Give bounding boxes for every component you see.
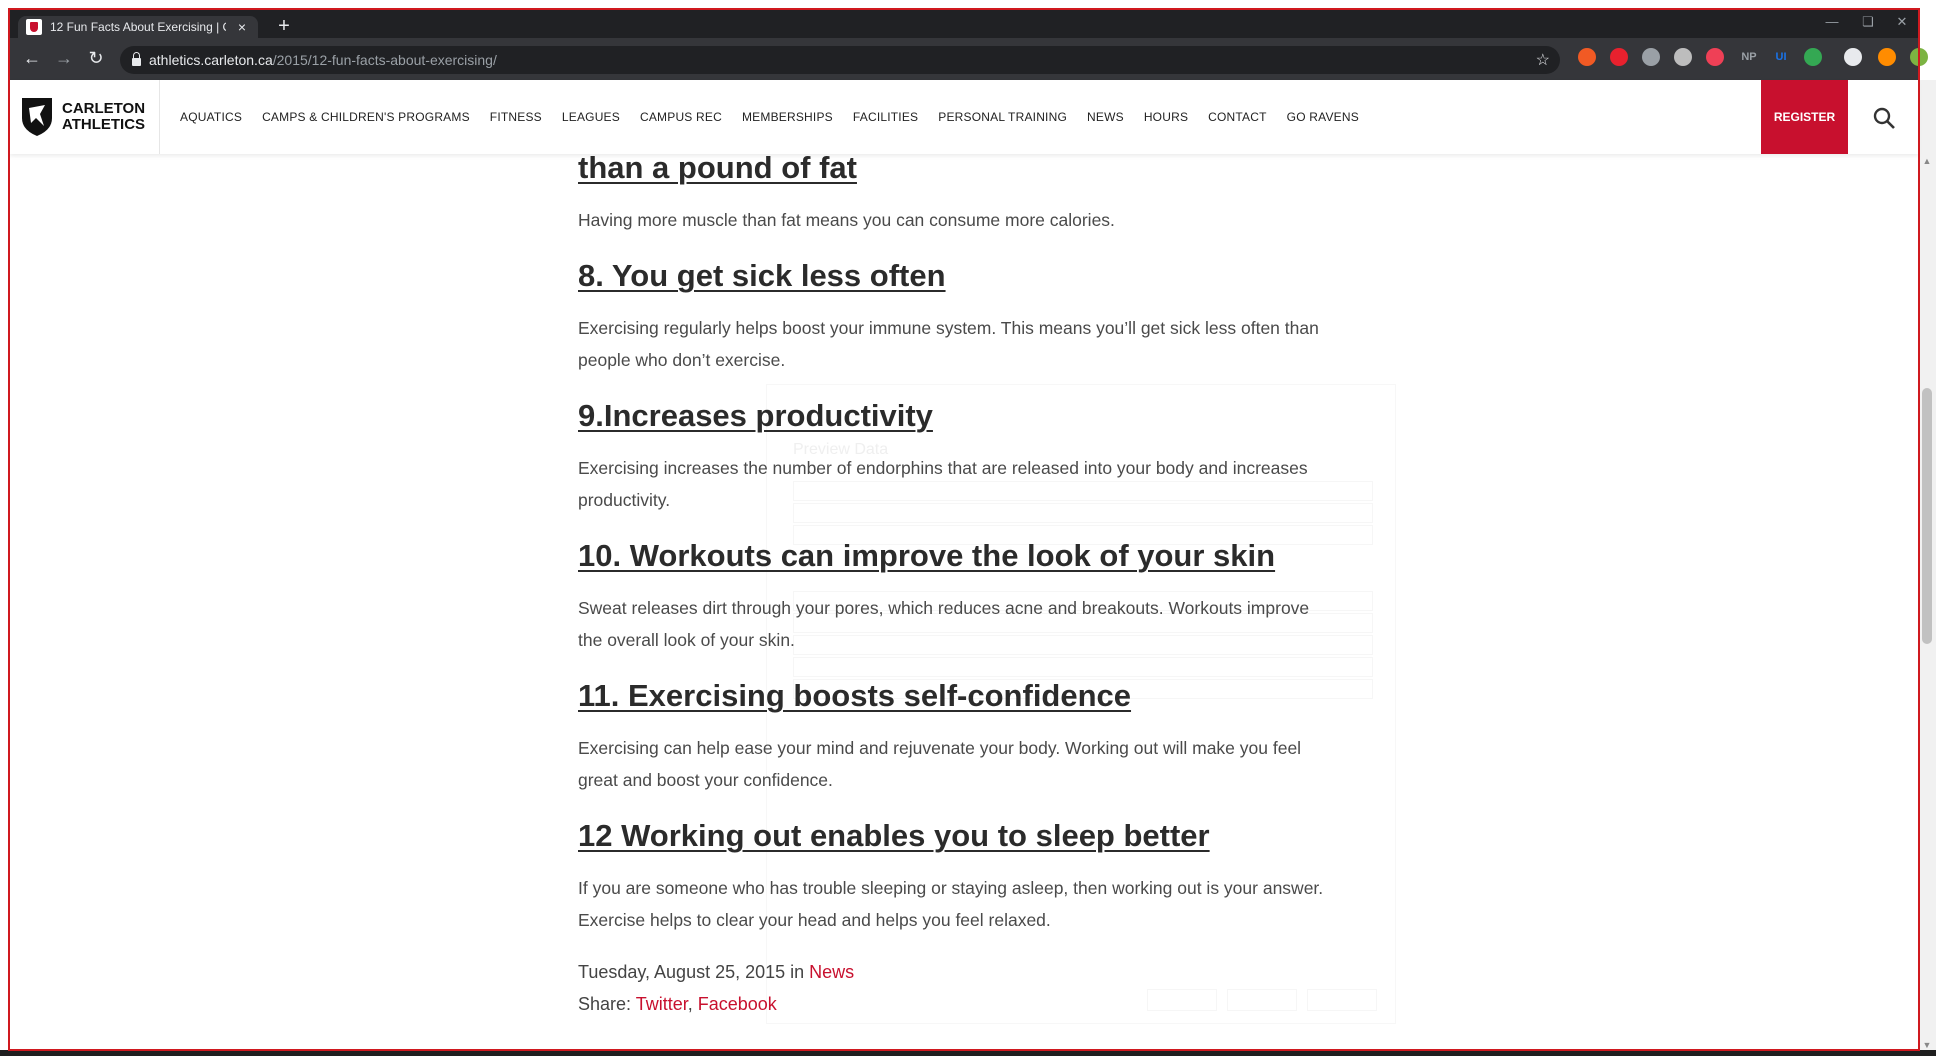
main-navigation: AQUATICS CAMPS & CHILDREN'S PROGRAMS FITNE… bbox=[180, 80, 1359, 154]
scrollbar-thumb[interactable] bbox=[1922, 388, 1932, 644]
post-date: Tuesday, August 25, 2015 in bbox=[578, 962, 810, 982]
section-heading: 12 Working out enables you to sleep bett… bbox=[578, 818, 1210, 853]
browser-tab[interactable]: 12 Fun Facts About Exercising | C × bbox=[18, 16, 258, 38]
section-heading: than a pound of fat bbox=[578, 150, 857, 185]
scroll-up-icon[interactable]: ▲ bbox=[1922, 156, 1932, 166]
share-separator: , bbox=[687, 994, 698, 1014]
tab-close-icon[interactable]: × bbox=[234, 19, 250, 35]
address-bar[interactable]: athletics.carleton.ca/2015/12-fun-facts-… bbox=[120, 46, 1560, 74]
extension-np-icon[interactable]: NP bbox=[1740, 48, 1758, 66]
extension-print-icon[interactable] bbox=[1674, 48, 1692, 66]
section-paragraph: Exercising increases the number of endor… bbox=[578, 458, 1308, 510]
section-heading: 8. You get sick less often bbox=[578, 258, 946, 293]
nav-item-go-ravens[interactable]: GO RAVENS bbox=[1287, 110, 1359, 124]
section-heading: 10. Workouts can improve the look of you… bbox=[578, 538, 1276, 573]
nav-item-news[interactable]: NEWS bbox=[1087, 110, 1124, 124]
minimize-icon[interactable]: — bbox=[1820, 14, 1844, 29]
nav-item-leagues[interactable]: LEAGUES bbox=[562, 110, 620, 124]
extension-pumpkin-icon[interactable] bbox=[1878, 48, 1896, 66]
logo-text: CARLETON ATHLETICS bbox=[62, 100, 146, 133]
back-arrow-icon[interactable]: ← bbox=[16, 48, 48, 69]
section-heading: 9.Increases productivity bbox=[578, 398, 933, 433]
category-link-news[interactable]: News bbox=[809, 962, 854, 982]
section-paragraph: Having more muscle than fat means you ca… bbox=[578, 210, 1115, 230]
lock-icon bbox=[132, 52, 141, 66]
nav-item-aquatics[interactable]: AQUATICS bbox=[180, 110, 242, 124]
search-icon[interactable] bbox=[1872, 106, 1896, 130]
raven-shield-icon bbox=[22, 98, 52, 136]
share-line: Share: Twitter, Facebook bbox=[578, 994, 777, 1015]
section-heading: 11. Exercising boosts self-confidence bbox=[578, 678, 1132, 713]
site-favicon-icon bbox=[26, 19, 42, 35]
restore-icon[interactable]: ❏ bbox=[1856, 14, 1880, 30]
section-paragraph: Exercising can help ease your mind and r… bbox=[578, 738, 1302, 790]
nav-item-facilities[interactable]: FACILITIES bbox=[853, 110, 918, 124]
nav-item-camps-children-s-programs[interactable]: CAMPS & CHILDREN'S PROGRAMS bbox=[262, 110, 470, 124]
site-header: CARLETON ATHLETICS AQUATICS CAMPS & CHILD… bbox=[10, 80, 1918, 154]
nav-item-memberships[interactable]: MEMBERSHIPS bbox=[742, 110, 833, 124]
extension-ui-icon[interactable]: UI bbox=[1772, 48, 1790, 66]
extension-sync-icon[interactable] bbox=[1804, 48, 1822, 66]
extension-orange-icon[interactable] bbox=[1578, 48, 1596, 66]
nav-item-hours[interactable]: HOURS bbox=[1144, 110, 1188, 124]
extension-pocket-icon[interactable] bbox=[1706, 48, 1724, 66]
os-taskbar bbox=[0, 1050, 1936, 1056]
section-paragraph: Exercising regularly helps boost your im… bbox=[578, 318, 1319, 370]
tab-strip: 12 Fun Facts About Exercising | C × + — … bbox=[10, 10, 1918, 38]
nav-item-fitness[interactable]: FITNESS bbox=[490, 110, 542, 124]
nav-item-campus-rec[interactable]: CAMPUS REC bbox=[640, 110, 722, 124]
profile-avatar-icon[interactable] bbox=[1910, 48, 1928, 66]
nav-item-contact[interactable]: CONTACT bbox=[1208, 110, 1267, 124]
register-button[interactable]: REGISTER bbox=[1761, 80, 1848, 154]
post-date-line: Tuesday, August 25, 2015 in News bbox=[578, 962, 854, 983]
forward-arrow-icon[interactable]: → bbox=[48, 48, 80, 69]
new-tab-button[interactable]: + bbox=[272, 14, 296, 38]
browser-toolbar: ← → ↻ athletics.carleton.ca/2015/12-fun-… bbox=[10, 40, 1928, 80]
extension-grey-icon[interactable] bbox=[1642, 48, 1660, 66]
scroll-down-icon[interactable]: ▼ bbox=[1922, 1040, 1932, 1050]
share-label: Share: bbox=[578, 994, 636, 1014]
section-paragraph: Sweat releases dirt through your pores, … bbox=[578, 598, 1310, 650]
nav-item-personal-training[interactable]: PERSONAL TRAINING bbox=[938, 110, 1067, 124]
browser-chrome: 12 Fun Facts About Exercising | C × + — … bbox=[10, 10, 1928, 80]
carleton-athletics-logo[interactable]: CARLETON ATHLETICS bbox=[10, 80, 160, 154]
reload-icon[interactable]: ↻ bbox=[80, 48, 112, 69]
url-text: athletics.carleton.ca/2015/12-fun-facts-… bbox=[149, 52, 497, 68]
section-paragraph: If you are someone who has trouble sleep… bbox=[578, 878, 1324, 930]
share-twitter-link[interactable]: Twitter bbox=[636, 994, 688, 1014]
tab-title: 12 Fun Facts About Exercising | C bbox=[50, 20, 226, 34]
bookmark-star-icon[interactable]: ☆ bbox=[1536, 50, 1550, 70]
extension-queue-icon[interactable] bbox=[1844, 48, 1862, 66]
window-close-icon[interactable]: ✕ bbox=[1890, 14, 1914, 30]
extension-red-icon[interactable] bbox=[1610, 48, 1628, 66]
share-facebook-link[interactable]: Facebook bbox=[698, 994, 777, 1014]
